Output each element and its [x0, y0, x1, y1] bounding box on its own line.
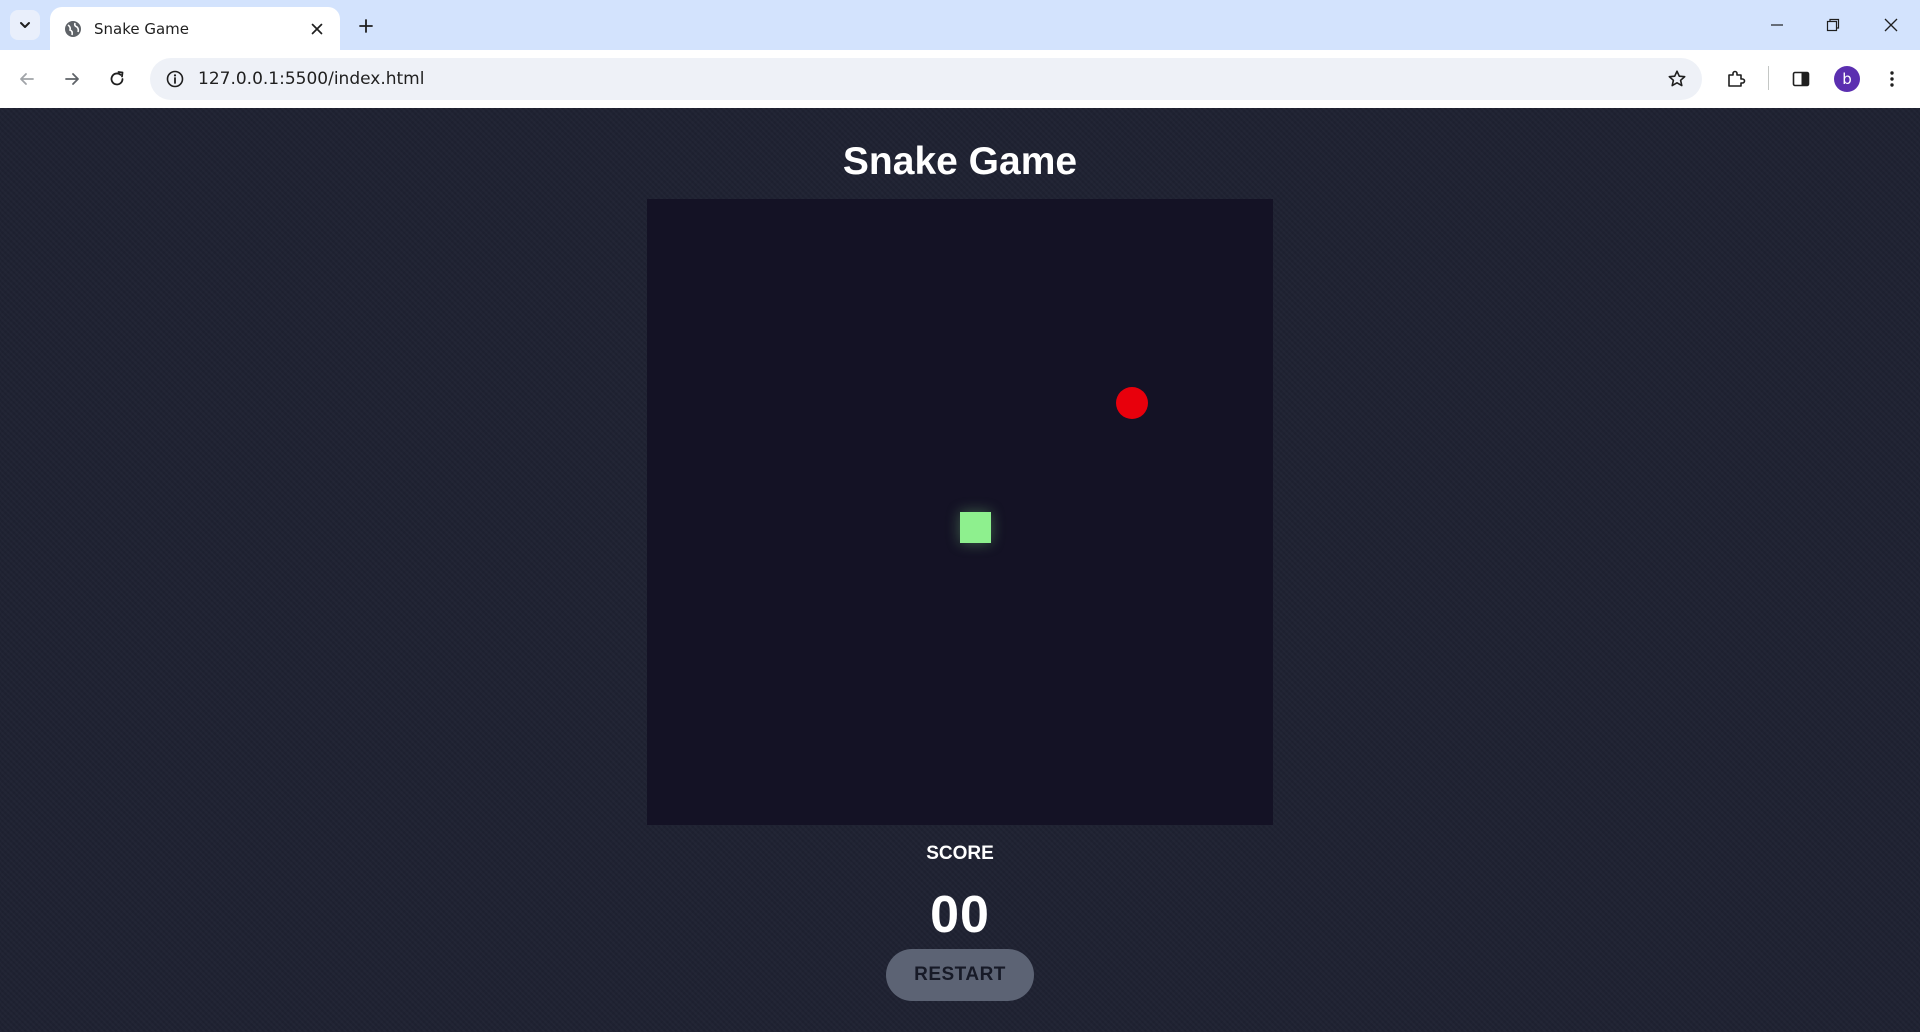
page-title: Snake Game [842, 140, 1078, 183]
side-panel-button[interactable] [1784, 62, 1818, 96]
toolbar-divider [1768, 66, 1769, 90]
reload-button[interactable] [100, 62, 134, 96]
new-tab-button[interactable] [352, 12, 380, 40]
back-button[interactable] [10, 62, 44, 96]
puzzle-icon [1728, 70, 1746, 87]
url-text[interactable]: 127.0.0.1:5500/index.html [198, 69, 1660, 89]
restart-button[interactable]: RESTART [886, 949, 1034, 1001]
arrow-right-icon [65, 73, 79, 85]
plus-icon [359, 19, 373, 33]
profile-button[interactable]: b [1830, 62, 1864, 96]
bookmark-star-icon[interactable] [1660, 62, 1694, 96]
chevron-down-icon [20, 22, 30, 28]
close-icon [311, 23, 323, 34]
snake-head [960, 512, 991, 543]
more-vertical-icon [1890, 71, 1894, 87]
restore-icon [1826, 18, 1840, 32]
close-window-button[interactable] [1868, 8, 1914, 42]
browser-tabstrip: Snake Game [0, 0, 1920, 50]
arrow-left-icon [20, 73, 34, 85]
avatar: b [1834, 66, 1860, 92]
close-tab-button[interactable] [306, 18, 328, 40]
page-content: Snake Game SCORE 00 RESTART [0, 108, 1920, 1032]
browser-toolbar: 127.0.0.1:5500/index.html b [0, 50, 1920, 108]
tab-title: Snake Game [94, 19, 190, 38]
food-dot [1116, 387, 1148, 419]
tab-search-button[interactable] [10, 10, 40, 40]
globe-icon [64, 20, 82, 38]
game-board[interactable] [647, 199, 1273, 825]
side-panel-icon [1792, 71, 1810, 87]
restore-button[interactable] [1810, 8, 1856, 42]
browser-menu-button[interactable] [1875, 62, 1909, 96]
close-icon [1884, 18, 1898, 32]
site-info-icon[interactable] [164, 68, 186, 90]
browser-tab[interactable]: Snake Game [50, 7, 340, 50]
extensions-button[interactable] [1719, 62, 1753, 96]
minimize-icon [1771, 24, 1783, 26]
score-label: SCORE [926, 843, 994, 864]
minimize-button[interactable] [1754, 8, 1800, 42]
forward-button[interactable] [55, 62, 89, 96]
score-value: 00 [930, 886, 990, 944]
reload-icon [110, 71, 124, 86]
address-bar[interactable]: 127.0.0.1:5500/index.html [150, 58, 1702, 100]
